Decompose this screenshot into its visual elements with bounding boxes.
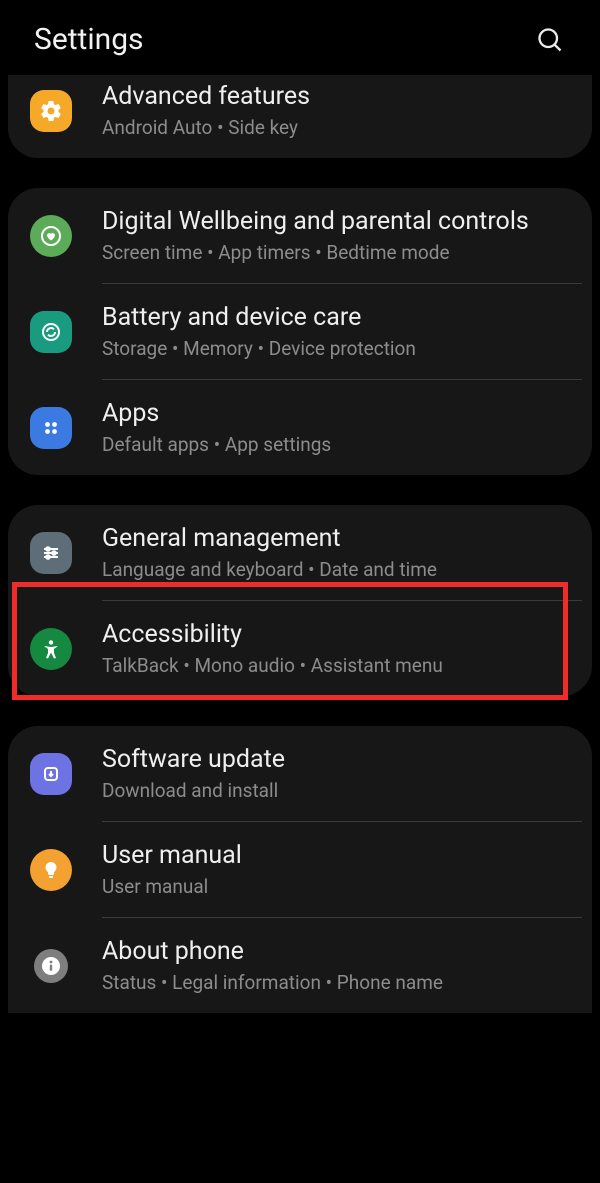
settings-item-accessibility[interactable]: Accessibility TalkBack • Mono audio • As… xyxy=(8,601,592,696)
item-subtitle: Language and keyboard • Date and time xyxy=(102,558,576,582)
settings-screen: Settings Advanced features Android Auto … xyxy=(0,0,600,1183)
item-subtitle: Status • Legal information • Phone name xyxy=(102,971,576,995)
settings-item-advanced-features[interactable]: Advanced features Android Auto • Side ke… xyxy=(8,75,592,158)
item-text: User manual User manual xyxy=(102,840,576,899)
settings-item-user-manual[interactable]: User manual User manual xyxy=(8,822,592,917)
item-text: Battery and device care Storage • Memory… xyxy=(102,302,576,361)
settings-group: Software update Download and install Use… xyxy=(8,726,592,1013)
bulb-icon xyxy=(30,849,72,891)
item-subtitle: Download and install xyxy=(102,779,576,803)
header: Settings xyxy=(0,0,600,75)
item-text: Advanced features Android Auto • Side ke… xyxy=(102,81,576,140)
item-text: General management Language and keyboard… xyxy=(102,523,576,582)
item-title: Battery and device care xyxy=(102,302,576,333)
heart-circle-icon xyxy=(30,215,72,257)
sliders-icon xyxy=(30,532,72,574)
item-subtitle: Storage • Memory • Device protection xyxy=(102,337,576,361)
item-subtitle: User manual xyxy=(102,875,576,899)
settings-group: General management Language and keyboard… xyxy=(8,505,592,696)
settings-group: Digital Wellbeing and parental controls … xyxy=(8,188,592,475)
settings-item-apps[interactable]: Apps Default apps • App settings xyxy=(8,380,592,475)
item-title: Advanced features xyxy=(102,81,576,112)
item-text: About phone Status • Legal information •… xyxy=(102,936,576,995)
item-title: User manual xyxy=(102,840,576,871)
item-title: About phone xyxy=(102,936,576,967)
info-icon xyxy=(34,949,68,983)
item-title: Apps xyxy=(102,398,576,429)
settings-item-about-phone[interactable]: About phone Status • Legal information •… xyxy=(8,918,592,1013)
page-title: Settings xyxy=(34,22,144,57)
gear-plus-icon xyxy=(30,90,72,132)
item-subtitle: Android Auto • Side key xyxy=(102,116,576,140)
settings-item-digital-wellbeing[interactable]: Digital Wellbeing and parental controls … xyxy=(8,188,592,283)
item-text: Software update Download and install xyxy=(102,744,576,803)
four-dots-icon xyxy=(30,407,72,449)
refresh-circle-icon xyxy=(30,311,72,353)
download-circle-icon xyxy=(30,753,72,795)
item-text: Apps Default apps • App settings xyxy=(102,398,576,457)
item-title: Accessibility xyxy=(102,619,576,650)
item-subtitle: Screen time • App timers • Bedtime mode xyxy=(102,241,576,265)
settings-item-general-management[interactable]: General management Language and keyboard… xyxy=(8,505,592,600)
settings-group: Advanced features Android Auto • Side ke… xyxy=(8,75,592,158)
item-text: Accessibility TalkBack • Mono audio • As… xyxy=(102,619,576,678)
item-text: Digital Wellbeing and parental controls … xyxy=(102,206,576,265)
search-button[interactable] xyxy=(534,24,566,56)
item-subtitle: TalkBack • Mono audio • Assistant menu xyxy=(102,654,576,678)
item-title: Digital Wellbeing and parental controls xyxy=(102,206,576,237)
item-title: Software update xyxy=(102,744,576,775)
search-icon xyxy=(536,26,564,54)
person-icon xyxy=(30,628,72,670)
settings-item-battery-device-care[interactable]: Battery and device care Storage • Memory… xyxy=(8,284,592,379)
item-title: General management xyxy=(102,523,576,554)
settings-item-software-update[interactable]: Software update Download and install xyxy=(8,726,592,821)
item-subtitle: Default apps • App settings xyxy=(102,433,576,457)
